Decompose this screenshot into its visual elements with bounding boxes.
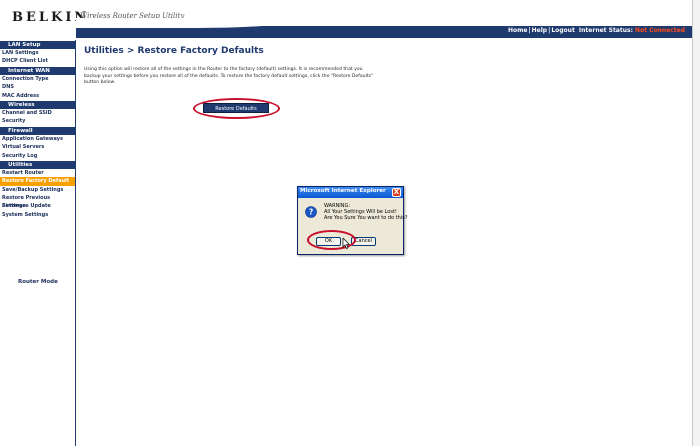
- sidebar-section-title: LAN Setup: [0, 41, 75, 49]
- sidebar-item-restore-factory-default[interactable]: Restore Factory Default: [0, 177, 75, 186]
- page-description: Using this option will restore all of th…: [84, 67, 374, 85]
- question-icon: ?: [305, 206, 317, 218]
- dialog-message-line: Are You Sure You want to do this?: [324, 215, 408, 221]
- nav-logout-link[interactable]: Logout: [551, 27, 575, 34]
- sidebar-section-title: Utilities: [0, 160, 75, 169]
- sidebar: LAN Setup LAN Settings DHCP Client List …: [0, 40, 76, 446]
- nav-help-link[interactable]: Help: [532, 27, 547, 34]
- sidebar-item-application-gateways[interactable]: Application Gateways: [0, 135, 75, 143]
- sidebar-section-wireless: Wireless Channel and SSID Security: [0, 100, 75, 126]
- sidebar-item-firmware-update[interactable]: Firmware Update: [0, 202, 75, 210]
- internet-status-label: Internet Status:: [578, 27, 633, 34]
- sidebar-section-lan: LAN Setup LAN Settings DHCP Client List: [0, 41, 75, 66]
- sidebar-item-system-settings[interactable]: System Settings: [0, 211, 75, 219]
- sidebar-item-save-backup-settings[interactable]: Save/Backup Settings: [0, 186, 75, 194]
- highlight-ring-restore: [193, 98, 280, 119]
- browser-page: BELKIN Wireless Router Setup Utility Hom…: [0, 0, 700, 446]
- sidebar-item-connection-type[interactable]: Connection Type: [0, 75, 75, 83]
- sidebar-section-wan: Internet WAN Connection Type DNS MAC Add…: [0, 66, 75, 100]
- scrollbar[interactable]: [693, 0, 700, 446]
- page-header: BELKIN Wireless Router Setup Utility Hom…: [0, 0, 692, 40]
- sidebar-item-dhcp-client-list[interactable]: DHCP Client List: [0, 57, 75, 65]
- dialog-close-button[interactable]: X: [392, 188, 401, 197]
- sidebar-item-dns[interactable]: DNS: [0, 83, 75, 91]
- sidebar-section-firewall: Firewall Application Gateways Virtual Se…: [0, 126, 75, 160]
- sidebar-item-channel-ssid[interactable]: Channel and SSID: [0, 109, 75, 117]
- page-title: Utilities > Restore Factory Defaults: [84, 46, 264, 56]
- internet-status-value: Not Connected: [634, 27, 685, 34]
- sidebar-item-restart-router[interactable]: Restart Router: [0, 169, 75, 177]
- sidebar-item-mac-address[interactable]: MAC Address: [0, 92, 75, 100]
- sidebar-item-virtual-servers[interactable]: Virtual Servers: [0, 143, 75, 151]
- sidebar-section-utilities: Utilities Restart Router Restore Factory…: [0, 160, 75, 219]
- nav-home-link[interactable]: Home: [508, 27, 527, 34]
- sidebar-item-security[interactable]: Security: [0, 117, 75, 125]
- mouse-pointer-icon: [342, 238, 350, 249]
- top-nav: Home|Help|Logout Internet Status: Not Con…: [507, 27, 685, 34]
- svg-text:?: ?: [309, 208, 313, 217]
- sidebar-section-title: Firewall: [0, 126, 75, 135]
- sidebar-section-title: Internet WAN: [0, 66, 75, 75]
- router-mode-label: Router Mode: [18, 279, 58, 285]
- dialog-message: WARNING: All Your Settings Will be Lost!…: [324, 203, 407, 221]
- sidebar-item-lan-settings[interactable]: LAN Settings: [0, 49, 75, 57]
- dialog-title: Microsoft Internet Explorer: [300, 188, 386, 194]
- dialog-titlebar: Microsoft Internet Explorer X: [298, 187, 403, 198]
- sidebar-item-security-log[interactable]: Security Log: [0, 152, 75, 160]
- sidebar-section-title: Wireless: [0, 100, 75, 109]
- sidebar-item-restore-previous-settings[interactable]: Restore Previous Settings: [0, 194, 75, 209]
